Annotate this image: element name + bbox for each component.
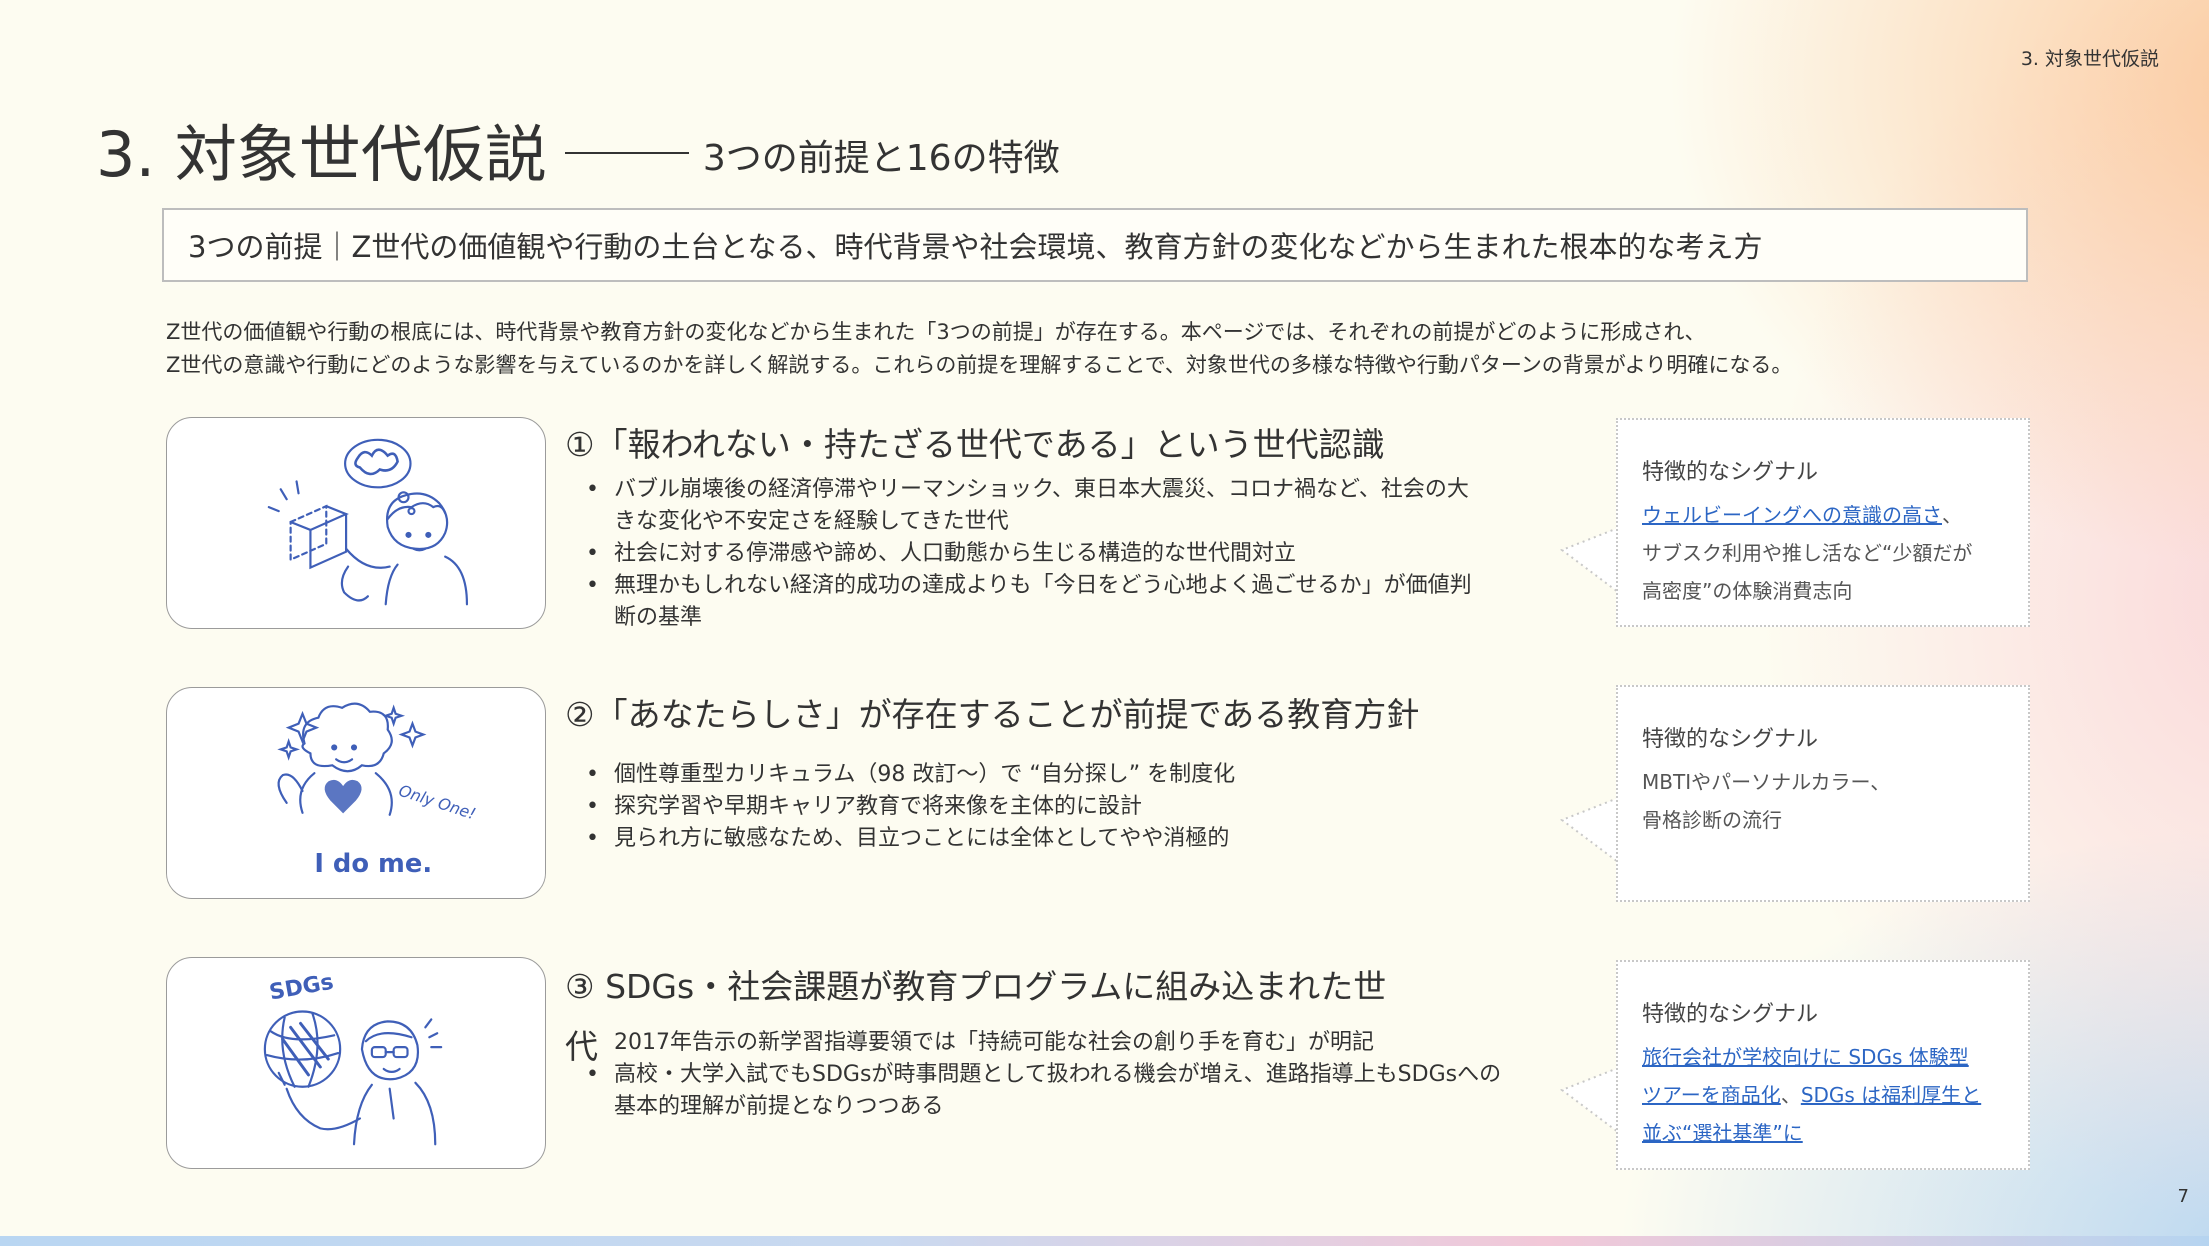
section-2-bullets: 個性尊重型カリキュラム（98 改訂～）で “自分探し” を制度化 探究学習や早期… <box>586 759 1235 855</box>
bullet-item: 高校・大学入試でもSDGsが時事問題として扱われる機会が増え、進路指導上もSDG… <box>586 1059 1501 1091</box>
signal-heading: 特徴的なシグナル <box>1642 1002 1819 1027</box>
page-number: 7 <box>2177 1186 2189 1207</box>
bullet-item: 見られ方に敏感なため、目立つことには全体としてやや消極的 <box>586 823 1235 855</box>
thinking-person-drawing <box>267 438 469 606</box>
signal-punct: 、 <box>1780 1083 1801 1107</box>
signal-callout-tail <box>1560 797 1619 863</box>
illustration-thinking-person <box>166 417 546 629</box>
bullet-item: 2017年告示の新学習指導要領では「持続可能な社会の創り手を育む」が明記 <box>614 1030 1374 1055</box>
bullet-item: 無理かもしれない経済的成功の達成よりも「今日をどう心地よく過ごせるか」が価値判 <box>586 570 1472 602</box>
illustration-only-one: Only One! I do me. <box>166 687 546 899</box>
signal-text: 並ぶ“選社基準”に <box>1642 1114 2004 1152</box>
i-do-me-text: I do me. <box>314 849 432 879</box>
only-one-drawing: Only One! I do me. <box>277 702 478 879</box>
sdgs-text: SDGs <box>268 970 336 1006</box>
page-title-main: 3. 対象世代仮説 <box>96 118 547 191</box>
section-3-title: ③ SDGs・社会課題が教育プログラムに組み込まれた世 <box>565 967 1387 1006</box>
bullet-item: バブル崩壊後の経済停滞やリーマンショック、東日本大震災、コロナ禍など、社会の大 <box>586 474 1472 506</box>
signal-link-travel[interactable]: 旅行会社が学校向けに SDGs 体験型 <box>1642 1045 1969 1069</box>
signal-link-welfare[interactable]: SDGs は福利厚生と <box>1801 1083 1981 1107</box>
only-one-text-1: Only One! <box>396 781 478 824</box>
signal-heading: 特徴的なシグナル <box>1642 460 1819 485</box>
header-section-label: 3. 対象世代仮説 <box>2020 48 2159 70</box>
page-title: 3. 対象世代仮説 3つの前提と16の特徴 <box>96 104 1060 194</box>
section-2-title: ②「あなたらしさ」が存在することが前提である教育方針 <box>565 695 1420 734</box>
bullet-continuation: 断の基準 <box>614 605 703 630</box>
signal-link-travel-cont[interactable]: ツアーを商品化 <box>1642 1083 1781 1107</box>
premise-text: 3つの前提｜Z世代の価値観や行動の土台となる、時代背景や社会環境、教育方針の変化… <box>188 230 1763 264</box>
signal-callout-tail <box>1560 527 1619 593</box>
section-3-bullets: 2017年告示の新学習指導要領では「持続可能な社会の創り手を育む」が明記 高校・… <box>586 1027 1501 1123</box>
bullet-continuation: きな変化や不安定さを経験してきた世代 <box>614 509 1009 534</box>
signal-text: 高密度”の体験消費志向 <box>1642 579 1853 603</box>
page-subtitle: 3つの前提と16の特徴 <box>702 137 1060 179</box>
bullet-item: 社会に対する停滞感や諦め、人口動態から生じる構造的な世代間対立 <box>586 538 1472 570</box>
signal-punct: 、 <box>1942 503 1962 527</box>
bullet-item: 個性尊重型カリキュラム（98 改訂～）で “自分探し” を制度化 <box>586 759 1235 791</box>
section-1-title: ①「報われない・持たざる世代である」という世代認識 <box>565 425 1385 464</box>
signal-text: ウェルビーイングへの意識の高さ、 <box>1642 496 2004 534</box>
signal-callout-tail <box>1560 1067 1619 1133</box>
bullet-continuation: 基本的理解が前提となりつつある <box>614 1094 944 1119</box>
signal-text: MBTIやパーソナルカラー、 <box>1642 770 1891 794</box>
bottom-gradient-bar <box>0 1236 2209 1246</box>
illustration-sdgs: SDGs <box>166 957 546 1169</box>
section-1-bullets: バブル崩壊後の経済停滞やリーマンショック、東日本大震災、コロナ禍など、社会の大 … <box>586 474 1472 634</box>
intro-line: Z世代の意識や行動にどのような影響を与えているのかを詳しく解説する。これらの前提… <box>166 353 1793 377</box>
signal-heading: 特徴的なシグナル <box>1642 727 1819 752</box>
signal-link-wellbeing[interactable]: ウェルビーイングへの意識の高さ <box>1642 503 1942 527</box>
signal-text: サブスク利用や推し活など“少額だが <box>1642 541 1973 565</box>
bullet-item: 探究学習や早期キャリア教育で将来像を主体的に設計 <box>586 791 1235 823</box>
intro-paragraph: Z世代の価値観や行動の根底には、時代背景や教育方針の変化などから生まれた「3つの… <box>166 316 1792 382</box>
title-divider <box>564 151 689 154</box>
intro-line: Z世代の価値観や行動の根底には、時代背景や教育方針の変化などから生まれた「3つの… <box>166 320 1706 344</box>
sdgs-drawing: SDGs <box>263 970 443 1146</box>
signal-box-2: 特徴的なシグナル MBTIやパーソナルカラー、 骨格診断の流行 <box>1616 685 2030 902</box>
signal-text: ツアーを商品化、SDGs は福利厚生と <box>1642 1076 2004 1114</box>
signal-text: 骨格診断の流行 <box>1642 808 1782 832</box>
signal-box-3: 特徴的なシグナル 旅行会社が学校向けに SDGs 体験型 ツアーを商品化、SDG… <box>1616 960 2030 1170</box>
signal-box-1: 特徴的なシグナル ウェルビーイングへの意識の高さ、 サブスク利用や推し活など“少… <box>1616 418 2030 627</box>
signal-text: 旅行会社が学校向けに SDGs 体験型 <box>1642 1038 2004 1076</box>
premise-box: 3つの前提｜Z世代の価値観や行動の土台となる、時代背景や社会環境、教育方針の変化… <box>162 208 2028 282</box>
signal-link-welfare-cont[interactable]: 並ぶ“選社基準”に <box>1642 1121 1803 1145</box>
